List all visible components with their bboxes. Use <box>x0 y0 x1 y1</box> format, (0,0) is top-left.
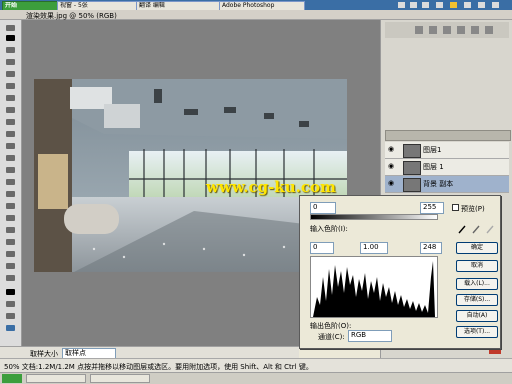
layer-name: 背景 副本 <box>423 180 454 188</box>
color-swatch-icon[interactable] <box>4 288 17 296</box>
healing-brush-icon[interactable] <box>4 94 17 102</box>
auto-button[interactable]: 自动(A) <box>456 310 498 322</box>
quick-mask-icon[interactable] <box>4 300 17 308</box>
eye-icon[interactable]: ◉ <box>388 163 397 170</box>
watermark-text: www.cg-ku.com <box>206 178 336 196</box>
levels-dialog: 0 255 输入色阶(I): 0 1.00 248 输出色阶(O): 通道(C)… <box>299 195 501 349</box>
clone-stamp-icon[interactable] <box>4 118 17 126</box>
eraser-tool-icon[interactable] <box>4 142 17 150</box>
history-brush-icon[interactable] <box>4 130 17 138</box>
channel-select[interactable]: RGB <box>348 330 392 342</box>
taskbar: 开始 视窗 - 5张 翻译 编辑 Adobe Photoshop <box>0 0 512 11</box>
screen-mode-icon[interactable] <box>4 312 17 320</box>
panel-top-toolbar <box>385 22 509 38</box>
bottom-task-item[interactable] <box>26 374 86 383</box>
status-text: 50% 文档:1.2M/1.2M 点按并拖移以移动图层或选区。要用附加选项，使用… <box>4 363 313 371</box>
move-tool-icon[interactable] <box>4 24 17 32</box>
tray-icons <box>396 1 510 9</box>
path-select-icon[interactable] <box>4 190 17 198</box>
layer-row-selected[interactable]: ◉ 背景 副本 <box>385 176 509 193</box>
layer-thumbnail <box>403 178 421 192</box>
type-tool-icon[interactable] <box>4 202 17 210</box>
pen-tool-icon[interactable] <box>4 214 17 222</box>
notes-tool-icon[interactable] <box>4 238 17 246</box>
output-levels-label: 输出色阶(O): <box>310 322 352 330</box>
input-white-field[interactable]: 255 <box>420 202 444 214</box>
lasso-tool-icon[interactable] <box>4 46 17 54</box>
layer-name: 图层 1 <box>423 163 444 171</box>
cancel-button[interactable]: 取消 <box>456 260 498 272</box>
document-titlebar: 渲染效果.jpg @ 50% (RGB) <box>0 10 512 20</box>
bottom-taskbar <box>0 372 512 384</box>
hand-tool-icon[interactable] <box>4 262 17 270</box>
gradient-tool-icon[interactable] <box>4 154 17 162</box>
load-button[interactable]: 载入(L)... <box>456 278 498 290</box>
layers-panel-header <box>385 130 511 141</box>
options-bar: 取样大小 取样点 <box>0 346 299 359</box>
input-levels-label: 输入色阶(I): <box>310 225 348 233</box>
eyedropper-tool-icon[interactable] <box>4 250 17 258</box>
bottom-task-item[interactable] <box>90 374 150 383</box>
eyedropper-group <box>456 224 496 234</box>
shape-tool-icon[interactable] <box>4 226 17 234</box>
dodge-tool-icon[interactable] <box>4 178 17 186</box>
magic-wand-icon[interactable] <box>4 58 17 66</box>
jump-to-icon[interactable] <box>4 324 17 332</box>
options-button[interactable]: 选项(T)... <box>456 326 498 338</box>
input-low-field[interactable]: 0 <box>310 242 334 254</box>
crop-tool-icon[interactable] <box>4 70 17 78</box>
eye-icon[interactable]: ◉ <box>388 180 397 187</box>
blur-tool-icon[interactable] <box>4 166 17 174</box>
layer-thumbnail <box>403 161 421 175</box>
marquee-tool-icon[interactable] <box>4 34 17 42</box>
input-gradient-bar <box>310 214 438 220</box>
layer-row[interactable]: ◉ 图层 1 <box>385 159 509 176</box>
input-high-field[interactable]: 248 <box>420 242 442 254</box>
histogram <box>310 256 438 318</box>
channel-label: 通道(C): <box>318 333 345 341</box>
preview-checkbox[interactable] <box>452 204 459 211</box>
bottom-start-icon[interactable] <box>2 374 22 383</box>
layer-row[interactable]: ◉ 图层1 <box>385 142 509 159</box>
input-black-field[interactable]: 0 <box>310 202 336 214</box>
status-bar: 50% 文档:1.2M/1.2M 点按并拖移以移动图层或选区。要用附加选项，使用… <box>0 358 512 372</box>
ok-button[interactable]: 确定 <box>456 242 498 254</box>
toolbox <box>0 20 22 350</box>
zoom-tool-icon[interactable] <box>4 274 17 282</box>
gamma-field[interactable]: 1.00 <box>360 242 388 254</box>
preview-label: 预览(P) <box>461 205 485 213</box>
brush-tool-icon[interactable] <box>4 106 17 114</box>
save-button[interactable]: 存储(S)... <box>456 294 498 306</box>
layer-name: 图层1 <box>423 146 442 154</box>
slice-tool-icon[interactable] <box>4 82 17 90</box>
eye-icon[interactable]: ◉ <box>388 146 397 153</box>
layer-thumbnail <box>403 144 421 158</box>
